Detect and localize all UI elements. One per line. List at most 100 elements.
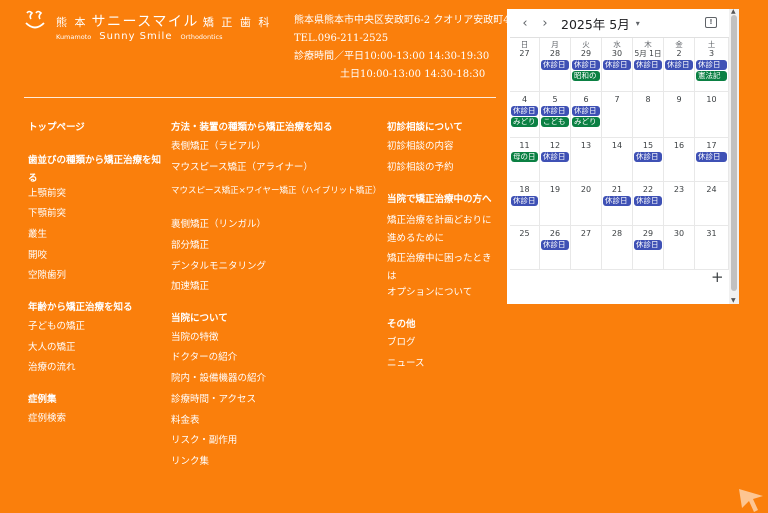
calendar-event-chip[interactable]: 休診日 bbox=[665, 60, 693, 70]
nav-link[interactable]: デンタルモニタリング bbox=[171, 261, 266, 273]
calendar-event-chip[interactable]: 休診日 bbox=[696, 60, 727, 70]
chevron-down-icon[interactable]: ▾ bbox=[636, 19, 640, 28]
feedback-icon[interactable]: ! bbox=[705, 17, 717, 28]
calendar-day-cell[interactable]: 25 bbox=[510, 226, 540, 270]
nav-link[interactable]: リスク・副作用 bbox=[171, 435, 237, 447]
calendar-day-cell[interactable]: 木 5月 1日 休診日 bbox=[633, 38, 664, 92]
month-label[interactable]: 2025年 5月 bbox=[561, 14, 630, 33]
calendar-day-cell[interactable]: 水 30 休診日 bbox=[602, 38, 633, 92]
calendar-event-chip[interactable]: 休診日 bbox=[634, 152, 662, 162]
calendar-event-chip[interactable]: 休診日 bbox=[603, 196, 631, 206]
nav-heading[interactable]: 初診相談について bbox=[387, 122, 495, 134]
nav-link[interactable]: 上顎前突 bbox=[28, 188, 66, 200]
calendar-event-chip[interactable]: 休診日 bbox=[603, 60, 631, 70]
calendar-day-cell[interactable]: 金 2 休診日 bbox=[664, 38, 695, 92]
calendar-event-chip[interactable]: 休診日 bbox=[541, 60, 569, 70]
calendar-event-chip[interactable]: 休診日 bbox=[634, 240, 662, 250]
calendar-event-chip[interactable]: 休診日 bbox=[634, 60, 662, 70]
calendar-day-cell[interactable]: 10 bbox=[695, 92, 729, 138]
nav-link[interactable]: 部分矯正 bbox=[171, 240, 209, 252]
nav-link[interactable]: 空隙歯列 bbox=[28, 270, 66, 282]
calendar-day-cell[interactable]: 23 bbox=[664, 182, 695, 226]
calendar-day-cell[interactable]: 19 bbox=[540, 182, 571, 226]
scroll-to-top-icon[interactable] bbox=[736, 486, 766, 513]
calendar-event-chip[interactable]: 憲法記 bbox=[696, 71, 727, 81]
calendar-event-chip[interactable]: 休診日 bbox=[572, 60, 600, 70]
nav-link[interactable]: 裏側矯正（リンガル） bbox=[171, 219, 266, 231]
calendar-event-chip[interactable]: 休診日 bbox=[511, 106, 538, 116]
calendar-day-cell[interactable]: 7 bbox=[602, 92, 633, 138]
nav-link[interactable]: マウスピース矯正×ワイヤー矯正（ハイブリット矯正） bbox=[171, 182, 381, 200]
nav-link[interactable]: 表側矯正（ラビアル） bbox=[171, 141, 266, 153]
nav-heading[interactable]: 歯並びの種類から矯正治療を知る bbox=[28, 152, 163, 188]
calendar-day-cell[interactable]: 31 bbox=[695, 226, 729, 270]
calendar-day-cell[interactable]: 29 休診日 bbox=[633, 226, 664, 270]
calendar-day-cell[interactable]: 15 休診日 bbox=[633, 138, 664, 182]
calendar-event-chip[interactable]: こども bbox=[541, 117, 569, 127]
nav-link[interactable]: リンク集 bbox=[171, 456, 209, 468]
calendar-event-chip[interactable]: 休診日 bbox=[634, 196, 662, 206]
nav-link[interactable]: 矯正治療中に困ったときは bbox=[387, 250, 495, 286]
prev-month-button[interactable]: ‹ bbox=[515, 16, 535, 31]
calendar-day-cell[interactable]: 6 休診日 みどり bbox=[571, 92, 602, 138]
calendar-day-cell[interactable]: 5 休診日 こども bbox=[540, 92, 571, 138]
calendar-day-cell[interactable]: 土 3 休診日 憲法記 bbox=[695, 38, 729, 92]
calendar-event-chip[interactable]: 休診日 bbox=[572, 106, 600, 116]
calendar-scrollbar[interactable]: ▲ ▼ bbox=[729, 9, 739, 304]
calendar-day-cell[interactable]: 日 27 bbox=[510, 38, 540, 92]
nav-link[interactable]: 治療の流れ bbox=[28, 362, 76, 374]
calendar-day-cell[interactable]: 9 bbox=[664, 92, 695, 138]
nav-heading[interactable]: 症例集 bbox=[28, 394, 57, 406]
nav-link[interactable]: ドクターの紹介 bbox=[171, 352, 237, 364]
calendar-day-cell[interactable]: 17 休診日 bbox=[695, 138, 729, 182]
nav-heading[interactable]: その他 bbox=[387, 319, 495, 331]
nav-link[interactable]: 開咬 bbox=[28, 250, 47, 262]
calendar-day-cell[interactable]: 14 bbox=[602, 138, 633, 182]
calendar-day-cell[interactable]: 21 休診日 bbox=[602, 182, 633, 226]
calendar-day-cell[interactable]: 27 bbox=[571, 226, 602, 270]
calendar-event-chip[interactable]: 休診日 bbox=[696, 152, 727, 162]
calendar-event-chip[interactable]: 休診日 bbox=[541, 152, 569, 162]
nav-link[interactable]: 矯正治療を計画どおりに進めるために bbox=[387, 212, 495, 248]
calendar-day-cell[interactable]: 12 休診日 bbox=[540, 138, 571, 182]
calendar-event-chip[interactable]: 休診日 bbox=[541, 106, 569, 116]
calendar-day-cell[interactable]: 28 bbox=[602, 226, 633, 270]
nav-heading[interactable]: 当院で矯正治療中の方へ bbox=[387, 194, 495, 206]
calendar-day-cell[interactable]: 8 bbox=[633, 92, 664, 138]
nav-link[interactable]: 院内・設備機器の紹介 bbox=[171, 373, 266, 385]
nav-link[interactable]: ニュース bbox=[387, 358, 495, 370]
calendar-day-cell[interactable]: 11 母の日 bbox=[510, 138, 540, 182]
calendar-day-cell[interactable]: 26 休診日 bbox=[540, 226, 571, 270]
calendar-event-chip[interactable]: 母の日 bbox=[511, 152, 538, 162]
nav-link[interactable]: 加速矯正 bbox=[171, 281, 209, 293]
calendar-event-chip[interactable]: 休診日 bbox=[511, 196, 538, 206]
site-logo[interactable]: 熊 本サニースマイル矯 正 歯 科 Kumamoto Sunny Smile Ort… bbox=[24, 9, 274, 43]
calendar-day-cell[interactable]: 22 休診日 bbox=[633, 182, 664, 226]
scroll-down-icon[interactable]: ▼ bbox=[731, 298, 736, 304]
nav-link[interactable]: 下顎前突 bbox=[28, 208, 66, 220]
nav-link[interactable]: 初診相談の内容 bbox=[387, 141, 495, 153]
calendar-day-cell[interactable]: 13 bbox=[571, 138, 602, 182]
calendar-day-cell[interactable]: 30 bbox=[664, 226, 695, 270]
nav-link[interactable]: 叢生 bbox=[28, 229, 47, 241]
nav-heading[interactable]: 当院について bbox=[171, 313, 228, 325]
nav-link[interactable]: 症例検索 bbox=[28, 413, 66, 425]
calendar-day-cell[interactable]: 20 bbox=[571, 182, 602, 226]
calendar-day-cell[interactable]: 24 bbox=[695, 182, 729, 226]
nav-link[interactable]: 初診相談の予約 bbox=[387, 162, 495, 174]
calendar-event-chip[interactable]: みどり bbox=[572, 117, 600, 127]
nav-link[interactable]: 料金表 bbox=[171, 415, 200, 427]
nav-link[interactable]: マウスピース矯正（アライナー） bbox=[171, 162, 313, 174]
nav-heading[interactable]: 年齢から矯正治療を知る bbox=[28, 302, 133, 314]
nav-link[interactable]: ブログ bbox=[387, 337, 495, 349]
phone-number[interactable]: TEL.096-211-2525 bbox=[294, 30, 517, 48]
nav-link[interactable]: 当院の特徴 bbox=[171, 332, 219, 344]
calendar-day-cell[interactable]: 月 28 休診日 bbox=[540, 38, 571, 92]
add-to-calendar-button[interactable]: + bbox=[711, 270, 724, 285]
nav-link[interactable]: 子どもの矯正 bbox=[28, 321, 85, 333]
calendar-day-cell[interactable]: 18 休診日 bbox=[510, 182, 540, 226]
nav-heading[interactable]: 方法・装置の種類から矯正治療を知る bbox=[171, 122, 333, 134]
nav-link[interactable]: 診療時間・アクセス bbox=[171, 394, 256, 406]
calendar-day-cell[interactable]: 4 休診日 みどり bbox=[510, 92, 540, 138]
nav-link[interactable]: 大人の矯正 bbox=[28, 342, 76, 354]
